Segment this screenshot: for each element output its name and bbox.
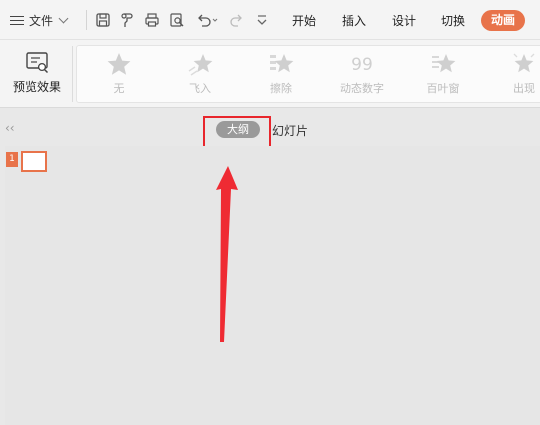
ribbon-divider bbox=[72, 46, 73, 102]
effect-label: 擦除 bbox=[270, 82, 292, 95]
print-icon bbox=[145, 13, 159, 27]
animation-ribbon: 预览效果 无 飞入 擦除 99 动态数字 百叶窗 出现 bbox=[0, 40, 540, 108]
tab-design[interactable]: 设计 bbox=[392, 12, 416, 29]
tab-animation[interactable]: 动画 bbox=[481, 10, 526, 31]
collapse-panel-icon[interactable]: ‹‹ bbox=[5, 121, 19, 135]
tab-home[interactable]: 开始 bbox=[292, 12, 316, 29]
print-preview-button[interactable] bbox=[168, 11, 186, 29]
effect-label: 动态数字 bbox=[340, 82, 384, 95]
file-menu-label: 文件 bbox=[29, 13, 54, 28]
tab-transition[interactable]: 切换 bbox=[441, 12, 465, 29]
tab-outline[interactable]: 大纲 bbox=[216, 121, 260, 138]
redo-icon bbox=[230, 14, 242, 27]
menu-bar: 文件 开始 插入 设计 切换 动画 bbox=[0, 0, 540, 40]
save-button[interactable] bbox=[94, 11, 112, 29]
effect-fly-in[interactable]: 飞入 bbox=[160, 49, 240, 101]
slide-panel-header: ‹‹ 大纲 幻灯片 bbox=[0, 110, 540, 146]
format-painter-button[interactable] bbox=[118, 11, 136, 29]
chevron-down-icon bbox=[58, 13, 69, 23]
effect-label: 百叶窗 bbox=[426, 82, 460, 95]
appear-star-icon bbox=[513, 53, 535, 73]
undo-button[interactable] bbox=[194, 11, 220, 29]
slide-list bbox=[5, 146, 540, 425]
svg-text:99: 99 bbox=[351, 55, 373, 75]
wipe-star-icon bbox=[270, 54, 294, 73]
preview-icon bbox=[26, 52, 49, 74]
tab-insert[interactable]: 插入 bbox=[342, 12, 366, 29]
effect-dynamic-number[interactable]: 99 动态数字 bbox=[322, 49, 402, 101]
effect-appear[interactable]: 出现 bbox=[484, 49, 540, 101]
save-icon bbox=[96, 13, 110, 27]
preview-effect-button[interactable]: 预览效果 bbox=[8, 50, 66, 100]
print-button[interactable] bbox=[143, 11, 161, 29]
effect-blinds[interactable]: 百叶窗 bbox=[403, 49, 483, 101]
file-menu[interactable]: 文件 bbox=[10, 10, 69, 30]
effect-none[interactable]: 无 bbox=[79, 49, 159, 101]
blinds-star-icon bbox=[432, 54, 456, 73]
dynamic-number-icon: 99 bbox=[351, 55, 373, 75]
preview-effect-label: 预览效果 bbox=[12, 80, 61, 94]
format-painter-icon bbox=[121, 13, 133, 27]
tab-slides[interactable]: 幻灯片 bbox=[272, 122, 308, 139]
hamburger-icon bbox=[10, 15, 24, 26]
effect-label: 出现 bbox=[513, 82, 535, 95]
toolbar-divider bbox=[86, 10, 87, 30]
effect-label: 飞入 bbox=[189, 82, 211, 95]
effect-wipe[interactable]: 擦除 bbox=[241, 49, 321, 101]
slide-number: 1 bbox=[6, 152, 18, 167]
chevron-down-icon bbox=[257, 15, 267, 25]
slide-thumbnail[interactable] bbox=[21, 151, 47, 172]
fly-in-star-icon bbox=[188, 54, 213, 76]
print-preview-icon bbox=[170, 13, 184, 27]
star-icon bbox=[107, 53, 131, 75]
undo-icon bbox=[198, 14, 218, 27]
redo-button[interactable] bbox=[228, 11, 246, 29]
effect-label: 无 bbox=[113, 82, 125, 95]
animation-gallery: 无 飞入 擦除 99 动态数字 百叶窗 出现 bbox=[76, 45, 540, 103]
customize-toolbar-button[interactable] bbox=[253, 11, 271, 29]
